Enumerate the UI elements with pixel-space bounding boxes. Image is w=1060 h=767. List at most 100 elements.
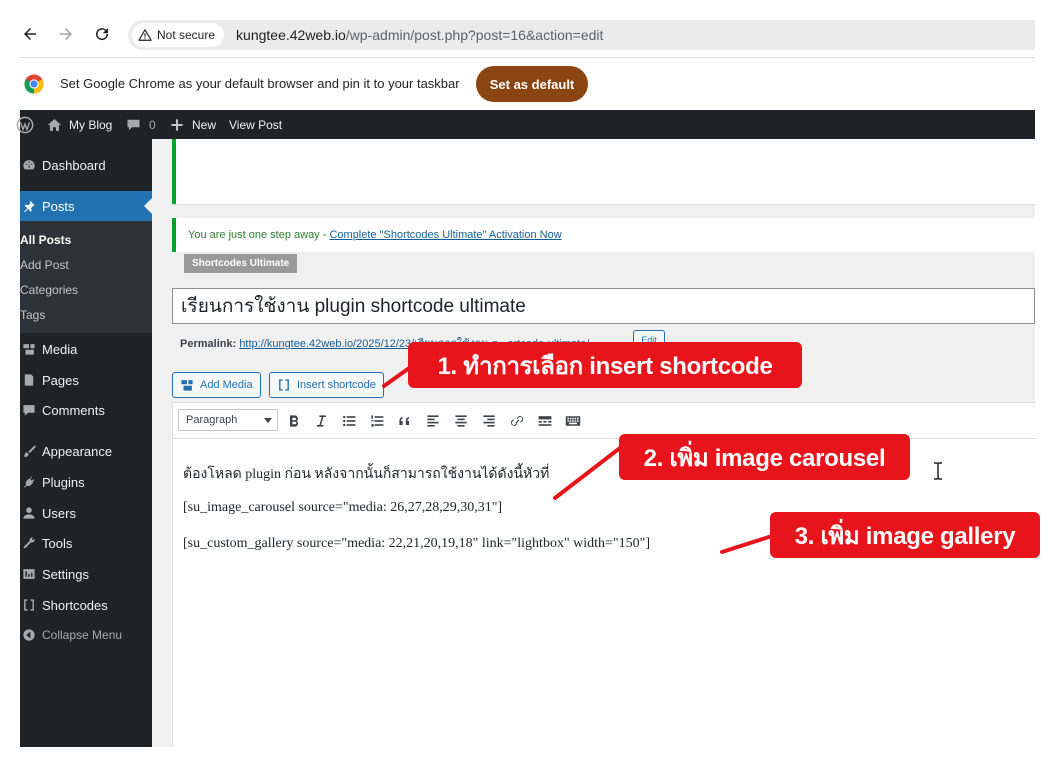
warning-icon <box>138 29 152 41</box>
security-label: Not secure <box>157 28 216 42</box>
sidebar-item-label: Media <box>42 341 78 357</box>
sidebar-item-media[interactable]: Media <box>20 334 152 364</box>
submenu-categories[interactable]: Categories <box>20 283 78 297</box>
align-center-icon <box>455 415 467 427</box>
chevron-down-icon <box>264 418 272 423</box>
site-name-link[interactable]: My Blog <box>47 110 112 139</box>
align-center-button[interactable] <box>451 411 471 431</box>
media-icon <box>22 342 36 356</box>
activation-link[interactable]: Complete "Shortcodes Ultimate" Activatio… <box>329 229 561 241</box>
sidebar-item-comments[interactable]: Comments <box>20 395 152 425</box>
italic-button[interactable] <box>311 411 331 431</box>
plug-icon <box>22 475 36 489</box>
toolbar-toggle-button[interactable] <box>563 411 583 431</box>
align-left-button[interactable] <box>423 411 443 431</box>
address-bar[interactable]: Not secure kungtee.42web.io/wp-admin/pos… <box>128 20 1035 50</box>
content-line: [su_image_carousel source="media: 26,27,… <box>183 500 503 515</box>
add-media-button[interactable]: Add Media <box>172 372 261 398</box>
submenu-all-posts[interactable]: All Posts <box>20 233 71 247</box>
format-value: Paragraph <box>186 414 238 426</box>
notice-divider <box>172 204 1035 205</box>
admin-sidebar: Dashboard Posts All Posts Add Post Categ… <box>20 139 152 747</box>
content-line: ต้องโหลด plugin ก่อน หลังจากนั้นก็สามารถ… <box>183 467 550 482</box>
sidebar-item-label: Pages <box>42 372 79 388</box>
sidebar-item-label: Plugins <box>42 474 85 490</box>
bullet-list-button[interactable] <box>339 411 359 431</box>
sidebar-item-label: Posts <box>42 198 75 214</box>
set-as-default-button[interactable]: Set as default <box>476 66 588 102</box>
home-icon <box>47 118 62 131</box>
back-button[interactable] <box>18 22 42 46</box>
text-cursor-icon <box>934 462 942 480</box>
sidebar-item-label: Users <box>42 505 76 521</box>
permalink-label: Permalink: <box>180 338 237 350</box>
security-chip[interactable]: Not secure <box>132 23 225 47</box>
insert-shortcode-button[interactable]: Insert shortcode <box>269 372 384 398</box>
sidebar-item-label: Comments <box>42 402 105 418</box>
callout-step3: 3. เพิ่ม image gallery <box>770 512 1040 558</box>
sidebar-item-users[interactable]: Users <box>20 498 152 528</box>
view-post-label: View Post <box>229 117 283 132</box>
sidebar-item-dashboard[interactable]: Dashboard <box>20 150 152 180</box>
new-label: New <box>192 117 217 132</box>
italic-icon <box>317 415 326 427</box>
read-more-button[interactable] <box>535 411 555 431</box>
settings-icon <box>22 567 36 581</box>
sidebar-item-settings[interactable]: Settings <box>20 559 152 589</box>
align-right-icon <box>483 415 495 427</box>
callout-step1: 1. ทำการเลือก insert shortcode <box>408 342 802 388</box>
reload-button[interactable] <box>90 22 114 46</box>
align-left-icon <box>427 415 439 427</box>
notice-text: You are just one step away - Complete "S… <box>188 229 562 241</box>
wp-logo-button[interactable] <box>16 110 34 139</box>
post-title-input[interactable]: เรียนการใช้งาน plugin shortcode ultimate <box>172 288 1035 324</box>
notice-message: You are just one step away - <box>188 229 330 241</box>
submenu-tags[interactable]: Tags <box>20 308 45 322</box>
callout-step2: 2. เพิ่ม image carousel <box>619 434 910 480</box>
brackets-icon <box>279 379 289 391</box>
url-path: /wp-admin/post.php?post=16&action=edit <box>345 27 604 43</box>
sidebar-item-appearance[interactable]: Appearance <box>20 436 152 466</box>
new-content-link[interactable]: New <box>170 110 216 139</box>
reload-icon <box>96 28 109 41</box>
url-host: kungtee.42web.io <box>236 27 346 43</box>
insert-shortcode-label: Insert shortcode <box>297 379 376 391</box>
arrow-left-icon <box>24 28 36 40</box>
sidebar-item-plugins[interactable]: Plugins <box>20 467 152 497</box>
link-icon <box>510 416 524 426</box>
sidebar-item-posts[interactable]: Posts <box>20 191 152 221</box>
url-text: kungtee.42web.io/wp-admin/post.php?post=… <box>236 27 603 43</box>
bold-button[interactable] <box>284 411 304 431</box>
format-select[interactable]: Paragraph <box>178 409 278 431</box>
sidebar-item-label: Shortcodes <box>42 597 108 613</box>
sidebar-item-tools[interactable]: Tools <box>20 528 152 558</box>
dashboard-icon <box>22 158 36 172</box>
sidebar-item-shortcodes[interactable]: Shortcodes <box>20 590 152 620</box>
submenu-add-post[interactable]: Add Post <box>20 258 69 272</box>
forward-button[interactable] <box>54 22 78 46</box>
comment-icon <box>22 403 36 417</box>
comments-link[interactable]: 0 <box>126 110 156 139</box>
user-icon <box>22 506 36 520</box>
quote-icon <box>399 417 409 425</box>
collapse-icon <box>22 628 36 642</box>
arrow-right-icon <box>60 28 72 40</box>
insert-link-button[interactable] <box>507 411 527 431</box>
sidebar-item-pages[interactable]: Pages <box>20 365 152 395</box>
numbered-list-button[interactable] <box>367 411 387 431</box>
content-line: [su_custom_gallery source="media: 22,21,… <box>183 536 651 551</box>
bold-icon <box>290 415 299 427</box>
comment-bubble-icon <box>127 119 140 130</box>
bullet-list-icon <box>343 415 356 427</box>
sidebar-item-label: Dashboard <box>42 157 106 173</box>
sidebar-item-label: Collapse Menu <box>42 628 123 642</box>
brush-icon <box>22 444 36 458</box>
comments-count: 0 <box>149 117 156 132</box>
view-post-link[interactable]: View Post <box>229 110 282 139</box>
blockquote-button[interactable] <box>395 411 415 431</box>
collapse-menu-button[interactable]: Collapse Menu <box>20 620 152 650</box>
pin-icon <box>22 199 36 213</box>
align-right-button[interactable] <box>479 411 499 431</box>
active-indicator <box>144 198 152 214</box>
sidebar-item-label: Tools <box>42 535 73 551</box>
